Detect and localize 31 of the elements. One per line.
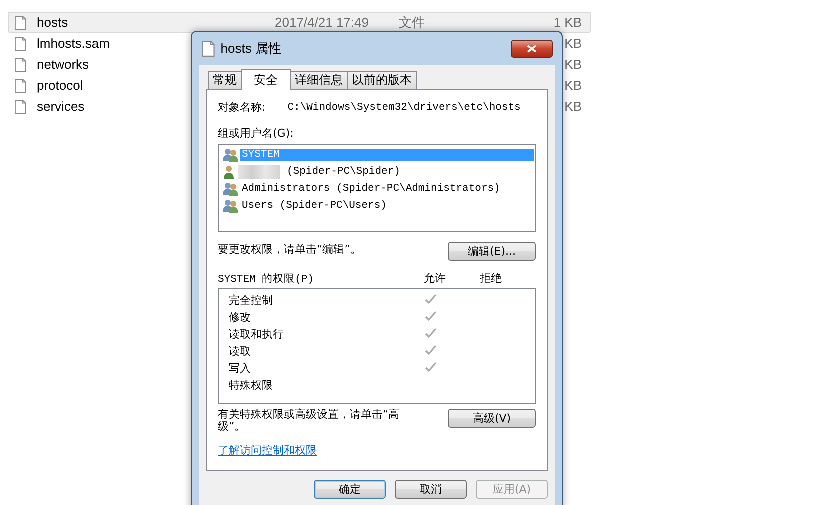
group-name: Users (Spider-PC\Users) <box>241 200 388 212</box>
permission-name: 完全控制 <box>229 293 274 308</box>
file-name: services <box>37 99 85 114</box>
file-name: protocol <box>37 78 84 93</box>
file-size: KB <box>564 78 582 93</box>
permission-name: 读取和执行 <box>229 327 285 342</box>
file-size: 1 KB <box>554 15 582 30</box>
permissions-label: SYSTEM 的权限(P) <box>218 272 316 286</box>
file-name: networks <box>37 57 90 72</box>
group-name: (Spider-PC\Spider) <box>286 166 402 178</box>
advanced-hint: 有关特殊权限或高级设置，请单击“高级”。 <box>218 409 401 433</box>
groups-label: 组或用户名(G): <box>218 126 295 141</box>
file-name: hosts <box>37 15 68 30</box>
object-path: C:\Windows\System32\drivers\etc\hosts <box>288 102 521 114</box>
edit-hint: 要更改权限，请单击“编辑”。 <box>218 242 362 257</box>
permission-name: 修改 <box>229 310 252 325</box>
group-name: SYSTEM <box>240 148 534 160</box>
permission-name: 写入 <box>229 361 252 376</box>
permission-name: 特殊权限 <box>229 378 274 393</box>
file-date: 2017/4/21 17:49 <box>275 15 369 30</box>
file-size: KB <box>564 99 582 114</box>
deny-header: 拒绝 <box>480 271 502 286</box>
file-type: 文件 <box>399 14 425 32</box>
allow-header: 允许 <box>424 271 447 286</box>
file-name: lmhosts.sam <box>37 36 110 51</box>
object-label: 对象名称: <box>218 100 266 115</box>
group-name: Administrators (Spider-PC\Administrators) <box>241 182 502 194</box>
window-title: hosts 属性 <box>220 40 282 58</box>
permission-name: 读取 <box>229 344 252 359</box>
file-size: KB <box>564 36 582 51</box>
file-size: KB <box>564 57 582 72</box>
